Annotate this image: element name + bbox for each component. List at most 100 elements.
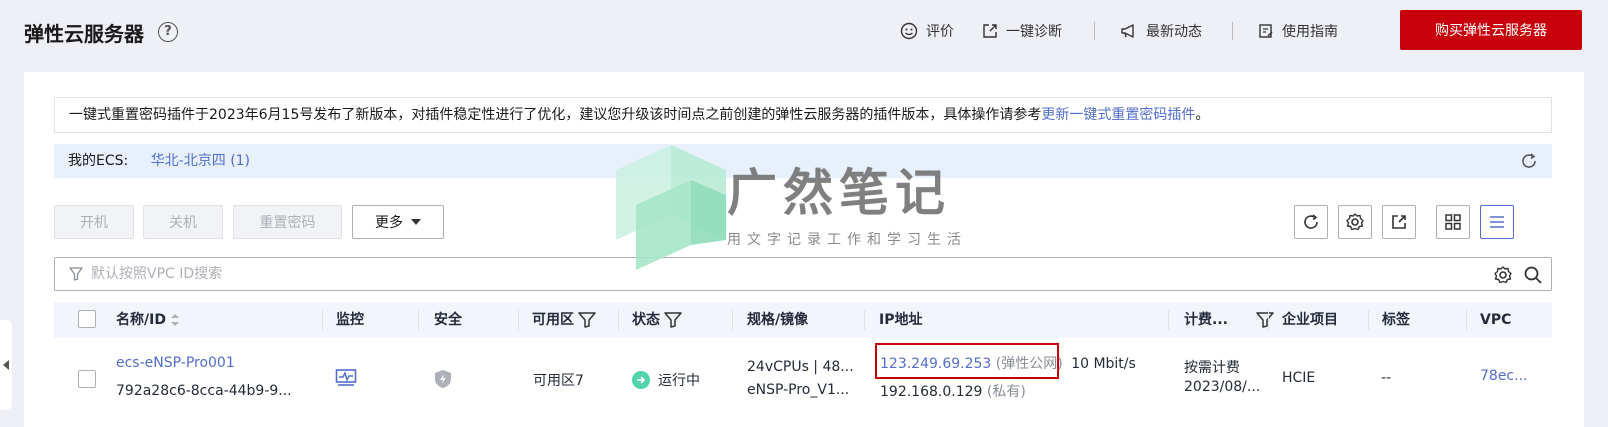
th-ip: IP地址 [879,312,923,328]
billing-mode: 按需计费 [1184,360,1240,376]
news-label: 最新动态 [1146,24,1202,40]
filter-icon [69,267,83,281]
caret-left-icon [3,360,9,370]
search-box[interactable]: 默认按照VPC ID搜索 [54,257,1552,291]
guide-icon [1259,24,1273,38]
filter-icon[interactable] [1256,312,1274,328]
sort-icon [170,314,179,326]
feedback-label: 评价 [926,24,954,40]
billing-date: 2023/08/... [1184,379,1261,395]
diagnose-icon [983,24,997,38]
notice-banner: 一键式重置密码插件于2023年6月15号发布了新版本，对插件稳定性进行了优化，建… [54,97,1552,133]
my-ecs-label: 我的ECS: [68,153,129,169]
column-divider [864,310,865,330]
refresh-icon[interactable] [1520,152,1538,170]
notice-end: 。 [1195,107,1210,123]
th-billing-label: 计费... [1184,312,1228,328]
az-value: 可用区7 [533,373,584,389]
smile-icon [900,22,918,40]
list-view-button[interactable] [1480,205,1514,239]
column-divider [732,310,733,330]
th-project: 企业项目 [1282,312,1338,328]
column-divider [1368,310,1369,330]
bandwidth-value: 10 Mbit/s [1071,356,1136,372]
page-header: 弹性云服务器 ? 评价 一键诊断 最新动态 使用指南 购买弹性云服务器 [0,0,1608,66]
page-title: 弹性云服务器 [24,22,144,46]
row-checkbox[interactable] [78,370,96,388]
reset-password-button[interactable]: 重置密码 [233,205,342,239]
private-ip-cell: 192.168.0.129 (私有) [880,381,1026,401]
buy-ecs-button[interactable]: 购买弹性云服务器 [1400,10,1582,50]
start-button[interactable]: 开机 [54,205,134,239]
running-status-icon [632,371,650,389]
public-ip-tag: (弹性公网) [995,356,1063,372]
th-name[interactable]: 名称/ID [116,302,180,338]
watermark-title: 广然笔记 [727,163,951,222]
header-divider [1232,22,1233,40]
image-value: eNSP-Pro_V1... [747,382,850,398]
status-text: 运行中 [658,373,700,389]
public-ip-cell: 123.249.69.253 (弹性公网) 10 Mbit/s [880,353,1136,373]
help-icon[interactable]: ? [158,22,178,42]
column-divider [618,310,619,330]
project-value: HCIE [1282,370,1316,386]
th-spec: 规格/镜像 [747,312,809,328]
spec-value: 24vCPUs | 48... [747,359,854,375]
guide-label: 使用指南 [1282,24,1338,40]
tag-value: -- [1381,370,1392,386]
stop-button[interactable]: 关机 [143,205,223,239]
refresh-icon [1304,214,1318,229]
private-ip-value: 192.168.0.129 [880,384,983,400]
gear-icon [1346,213,1364,231]
settings-button[interactable] [1338,205,1372,239]
th-name-label: 名称/ID [116,312,166,328]
filter-icon[interactable] [578,312,596,328]
watermark-subtitle: 用文字记录工作和学习生活 [727,232,967,248]
th-az[interactable]: 可用区 [532,302,596,338]
th-status-label: 状态 [632,312,660,328]
column-divider [1466,310,1467,330]
select-all-checkbox[interactable] [78,310,96,328]
notice-link[interactable]: 更新一键式重置密码插件 [1041,107,1195,123]
guide-link[interactable]: 使用指南 [1258,21,1338,41]
megaphone-icon [1121,24,1134,38]
header-divider [1094,22,1095,40]
feedback-link[interactable]: 评价 [900,21,954,41]
th-monitor: 监控 [336,312,364,328]
column-divider [518,310,519,330]
search-icon[interactable] [1523,265,1543,285]
filter-icon[interactable] [664,312,682,328]
column-divider [1168,310,1169,330]
notice-text: 一键式重置密码插件于2023年6月15号发布了新版本，对插件稳定性进行了优化，建… [69,107,1042,123]
shield-icon[interactable] [434,369,452,389]
refresh-button[interactable] [1294,205,1328,239]
public-ip-link[interactable]: 123.249.69.253 [880,356,991,372]
column-divider [418,310,419,330]
card-view-button[interactable] [1436,205,1470,239]
status-cell: 运行中 [632,370,700,390]
region-link[interactable]: 华北-北京四 (1) [151,153,250,169]
caret-down-icon [411,219,421,225]
instance-name-link[interactable]: ecs-eNSP-Pro001 [116,355,235,371]
more-label: 更多 [375,215,403,231]
side-collapse-tab[interactable] [0,320,12,410]
search-input[interactable]: 默认按照VPC ID搜索 [91,258,222,290]
instance-id: 792a28c6-8cca-44b9-9... [116,383,292,399]
diagnose-label: 一键诊断 [1006,24,1062,40]
list-icon [1490,216,1504,228]
grid-icon [1445,214,1461,230]
th-vpc: VPC [1480,312,1512,328]
column-divider [1268,310,1269,330]
th-status[interactable]: 状态 [632,302,682,338]
column-divider [322,310,323,330]
diagnose-link[interactable]: 一键诊断 [982,21,1062,41]
more-dropdown[interactable]: 更多 [352,205,444,239]
gear-icon[interactable] [1493,265,1513,285]
news-link[interactable]: 最新动态 [1120,21,1202,41]
monitor-icon[interactable] [335,368,357,388]
export-icon [1392,215,1406,229]
th-billing[interactable]: 计费... [1184,302,1274,338]
vpc-link[interactable]: 78ec... [1480,368,1527,384]
export-button[interactable] [1382,205,1416,239]
th-tag: 标签 [1382,312,1410,328]
